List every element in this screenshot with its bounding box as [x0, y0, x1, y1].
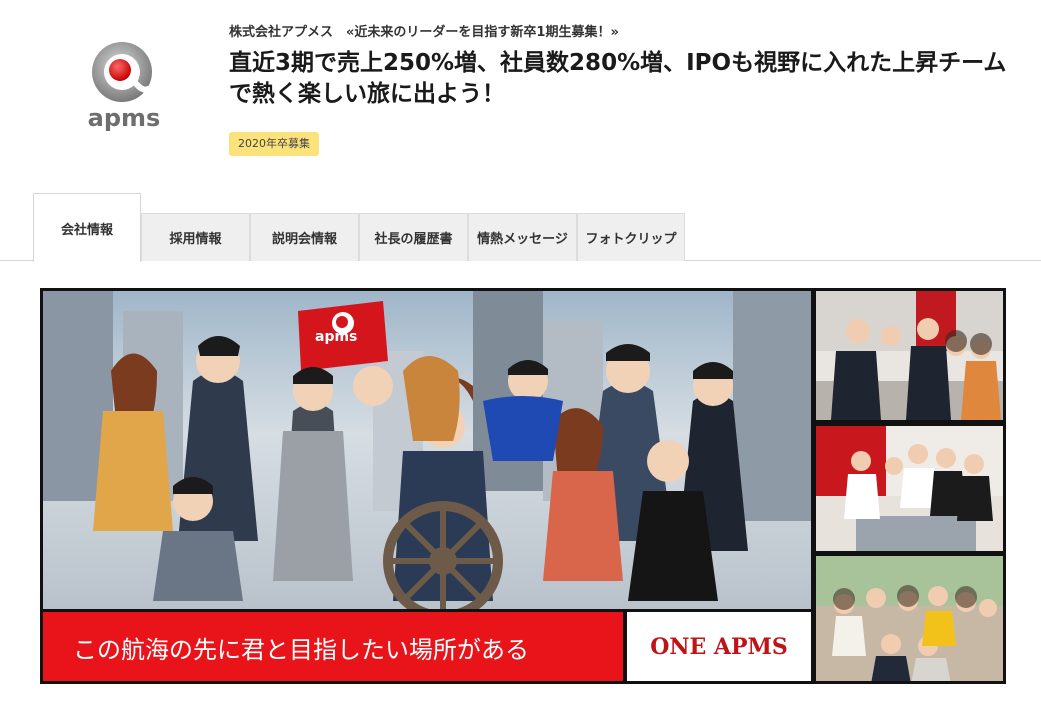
tab-label: 社長の履歴書 — [374, 232, 453, 247]
tab-label: フォトクリップ — [585, 232, 677, 247]
tab-passion-message[interactable]: 情熱メッセージ — [468, 213, 577, 261]
team-photo-office — [813, 291, 1003, 420]
tab-label: 会社情報 — [60, 222, 113, 238]
recruit-year-badge: 2020年卒募集 — [229, 132, 319, 156]
tab-label: 説明会情報 — [271, 232, 337, 247]
tab-company-info[interactable]: 会社情報 — [33, 193, 141, 262]
hero-banner: apms この航海の先に君と目指したい場所がある ONE APMS — [40, 288, 1006, 684]
banner-caption: この航海の先に君と目指したい場所がある — [43, 610, 623, 681]
apms-logo-mark — [92, 42, 152, 102]
company-tagline: 株式会社アプメス «近未来のリーダーを目指す新卒1期生募集！» — [229, 25, 619, 40]
tab-label: 情熱メッセージ — [477, 232, 568, 247]
illustration-drawing — [43, 291, 811, 609]
flag-logo-text: apms — [315, 329, 358, 345]
tab-label: 採用情報 — [169, 232, 222, 247]
logo-wordmark: apms — [87, 104, 161, 132]
page-headline: 直近3期で売上250%増、社員数280%増、IPOも視野に入れた上昇チームで熱く… — [229, 50, 1007, 107]
team-photo-outdoor — [813, 553, 1003, 681]
company-logo: apms — [76, 38, 172, 134]
tab-bar: 会社情報 採用情報 説明会情報 社長の履歴書 情熱メッセージ フォトクリップ — [0, 193, 1041, 262]
tab-photo-clip[interactable]: フォトクリップ — [577, 213, 685, 261]
tab-president-resume[interactable]: 社長の履歴書 — [359, 213, 468, 261]
banner-slogan: ONE APMS — [625, 610, 811, 681]
tab-info-session[interactable]: 説明会情報 — [250, 213, 359, 261]
tab-recruitment-info[interactable]: 採用情報 — [141, 213, 250, 261]
team-illustration: apms — [43, 291, 811, 609]
team-photo-meeting — [813, 423, 1003, 551]
